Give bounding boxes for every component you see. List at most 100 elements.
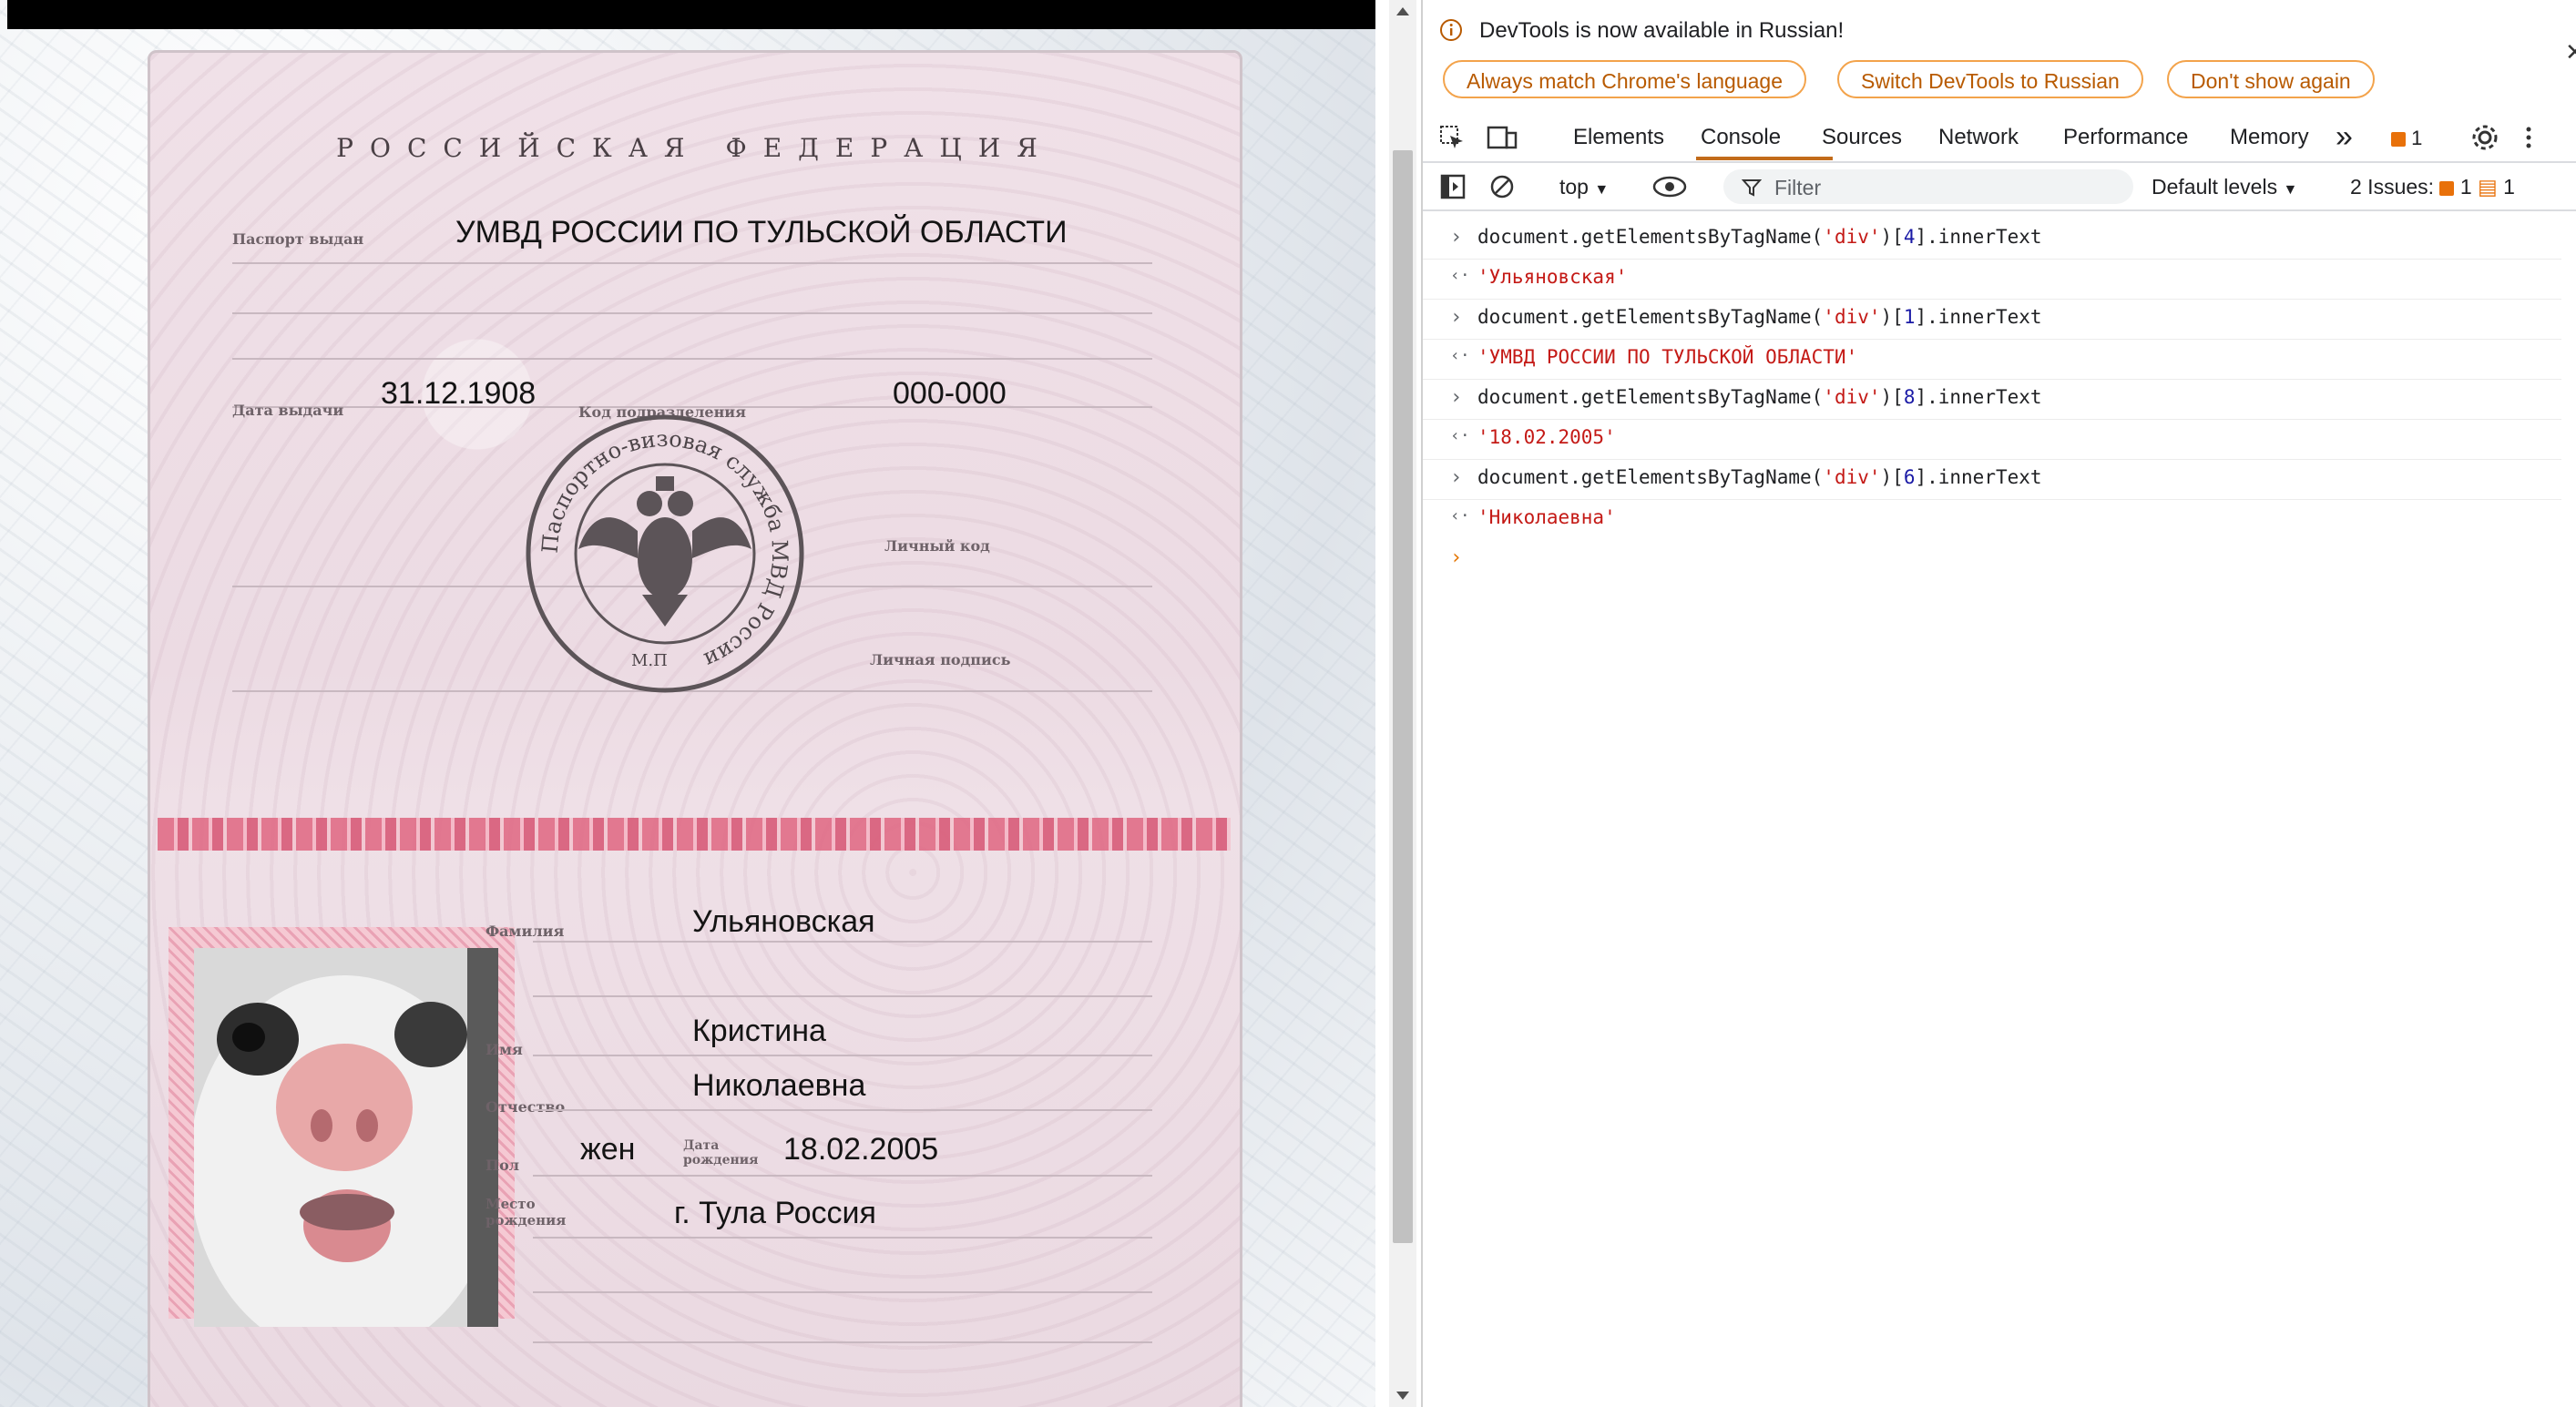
official-seal-icon: Паспортно-визовая служба МВД России М.П bbox=[526, 414, 804, 693]
line bbox=[533, 1175, 1152, 1177]
issues-warn-count: 1 bbox=[2459, 175, 2472, 199]
output-arrow-icon: ‹· bbox=[1450, 346, 1470, 365]
more-options-icon[interactable] bbox=[2523, 123, 2534, 152]
console-command: document.getElementsByTagName('div')[1].… bbox=[1477, 306, 2042, 328]
issued-by-value: УМВД РОССИИ ПО ТУЛЬСКОЙ ОБЛАСТИ bbox=[455, 215, 1068, 250]
issues-counter[interactable]: 2 Issues: 1 ▤ 1 bbox=[2350, 175, 2515, 199]
console-input-row[interactable]: › document.getElementsByTagName('div')[6… bbox=[1423, 459, 2561, 500]
input-prompt-icon: › bbox=[1450, 226, 1463, 249]
output-arrow-icon: ‹· bbox=[1450, 506, 1470, 525]
console-result[interactable]: 'Николаевна' bbox=[1477, 506, 1616, 528]
tab-elements[interactable]: Elements bbox=[1573, 125, 1664, 150]
line bbox=[533, 995, 1152, 997]
label-name: Имя bbox=[486, 1041, 523, 1058]
line bbox=[533, 1341, 1152, 1343]
issues-badge[interactable]: 1 bbox=[2391, 127, 2422, 150]
device-toolbar-icon[interactable] bbox=[1487, 123, 1518, 152]
clear-console-icon[interactable] bbox=[1488, 173, 1516, 200]
sex-value: жен bbox=[580, 1132, 636, 1167]
input-prompt-icon: › bbox=[1450, 386, 1463, 409]
info-icon bbox=[1440, 19, 1462, 41]
warning-icon bbox=[2391, 132, 2406, 147]
line bbox=[533, 1237, 1152, 1239]
dropdown-arrow-icon: ▼ bbox=[1594, 182, 1610, 198]
notice-text: DevTools is now available in Russian! bbox=[1479, 18, 1845, 43]
issues-badge-count: 1 bbox=[2411, 127, 2423, 149]
surname-value: Ульяновская bbox=[692, 904, 875, 939]
dropdown-arrow-icon: ▼ bbox=[2283, 182, 2298, 198]
more-tabs-icon[interactable]: » bbox=[2336, 119, 2353, 155]
line bbox=[232, 358, 1152, 360]
label-birth-date: Дата рождения bbox=[683, 1138, 759, 1167]
context-select[interactable]: top ▼ bbox=[1559, 175, 1609, 199]
tab-console[interactable]: Console bbox=[1701, 125, 1781, 150]
console-command: document.getElementsByTagName('div')[8].… bbox=[1477, 386, 2042, 408]
issues-label: 2 Issues: bbox=[2350, 175, 2435, 199]
console-command: document.getElementsByTagName('div')[4].… bbox=[1477, 226, 2042, 248]
devtools-tabbar: Elements Console Sources Network Perform… bbox=[1423, 114, 2576, 163]
page-scrollbar[interactable] bbox=[1389, 0, 1416, 1407]
info-message-icon: ▤ bbox=[2478, 175, 2498, 199]
console-result-row: ‹· '18.02.2005' bbox=[1423, 419, 2561, 460]
input-prompt-icon: › bbox=[1450, 306, 1463, 329]
console-result-row: ‹· 'УМВД РОССИИ ПО ТУЛЬСКОЙ ОБЛАСТИ' bbox=[1423, 339, 2561, 380]
output-arrow-icon: ‹· bbox=[1450, 266, 1470, 285]
label-sex: Пол bbox=[486, 1157, 520, 1174]
label-birth-place: Место рождения bbox=[486, 1196, 567, 1229]
label-issued-by: Паспорт выдан bbox=[232, 230, 364, 248]
tab-memory[interactable]: Memory bbox=[2230, 125, 2309, 150]
console-input-row[interactable]: › document.getElementsByTagName('div')[4… bbox=[1423, 219, 2561, 260]
scroll-up-arrow-icon[interactable] bbox=[1396, 7, 1409, 15]
live-expression-eye-icon[interactable] bbox=[1652, 175, 1687, 199]
filter-input[interactable]: Filter bbox=[1723, 169, 2133, 204]
passport-document: РОССИЙСКАЯ ФЕДЕРАЦИЯ Паспорт выдан УМВД … bbox=[148, 50, 1242, 1407]
context-select-value: top bbox=[1559, 175, 1589, 199]
devtools-panel: DevTools is now available in Russian! Al… bbox=[1421, 0, 2576, 1407]
console-result[interactable]: '18.02.2005' bbox=[1477, 426, 1616, 448]
line bbox=[533, 1055, 1152, 1056]
top-black-bar bbox=[7, 0, 1375, 29]
dont-show-again-button[interactable]: Don't show again bbox=[2167, 60, 2375, 98]
console-result[interactable]: 'УМВД РОССИИ ПО ТУЛЬСКОЙ ОБЛАСТИ' bbox=[1477, 346, 1857, 368]
name-value: Кристина bbox=[692, 1014, 826, 1048]
log-levels-value: Default levels bbox=[2152, 175, 2278, 199]
line bbox=[232, 312, 1152, 314]
cat-photo-icon bbox=[194, 948, 498, 1327]
issue-date-value: 31.12.1908 bbox=[381, 376, 537, 411]
close-icon[interactable]: ✕ bbox=[2565, 38, 2576, 66]
birth-date-value: 18.02.2005 bbox=[783, 1132, 939, 1167]
warning-icon bbox=[2439, 181, 2455, 196]
perforation-stripe bbox=[158, 818, 1231, 851]
filter-placeholder: Filter bbox=[1774, 176, 1822, 199]
issues-info-count: 1 bbox=[2503, 175, 2515, 199]
page-viewport: РОССИЙСКАЯ ФЕДЕРАЦИЯ Паспорт выдан УМВД … bbox=[0, 0, 1375, 1407]
tab-sources[interactable]: Sources bbox=[1822, 125, 1902, 150]
tab-network[interactable]: Network bbox=[1938, 125, 2019, 150]
line bbox=[533, 1109, 1152, 1111]
label-patronymic: Отчество bbox=[486, 1098, 566, 1116]
show-sidebar-icon[interactable] bbox=[1439, 173, 1467, 200]
console-result-row: ‹· 'Николаевна' bbox=[1423, 499, 2561, 539]
birth-place-value: г. Тула Россия bbox=[674, 1196, 876, 1230]
tab-performance[interactable]: Performance bbox=[2063, 125, 2188, 150]
label-issue-date: Дата выдачи bbox=[232, 402, 344, 419]
holder-photo bbox=[194, 948, 498, 1327]
switch-to-russian-button[interactable]: Switch DevTools to Russian bbox=[1837, 60, 2143, 98]
always-match-language-button[interactable]: Always match Chrome's language bbox=[1443, 60, 1806, 98]
seal-mp: М.П bbox=[631, 651, 668, 670]
inspect-element-icon[interactable] bbox=[1437, 123, 1467, 152]
scroll-down-arrow-icon[interactable] bbox=[1396, 1392, 1409, 1400]
label-surname: Фамилия bbox=[486, 923, 565, 940]
console-prompt-input[interactable]: › bbox=[1450, 546, 1462, 569]
settings-gear-icon[interactable] bbox=[2470, 123, 2499, 152]
console-input-row[interactable]: › document.getElementsByTagName('div')[1… bbox=[1423, 299, 2561, 340]
division-code-value: 000-000 bbox=[893, 376, 1007, 411]
passport-header: РОССИЙСКАЯ ФЕДЕРАЦИЯ bbox=[336, 133, 1054, 163]
console-input-row[interactable]: › document.getElementsByTagName('div')[8… bbox=[1423, 379, 2561, 420]
console-result[interactable]: 'Ульяновская' bbox=[1477, 266, 1627, 288]
log-levels-select[interactable]: Default levels ▼ bbox=[2152, 175, 2297, 199]
filter-icon bbox=[1742, 179, 1762, 197]
console-command: document.getElementsByTagName('div')[6].… bbox=[1477, 466, 2042, 488]
language-notice: DevTools is now available in Russian! Al… bbox=[1423, 0, 2576, 107]
page-scroll-thumb[interactable] bbox=[1393, 150, 1413, 1243]
